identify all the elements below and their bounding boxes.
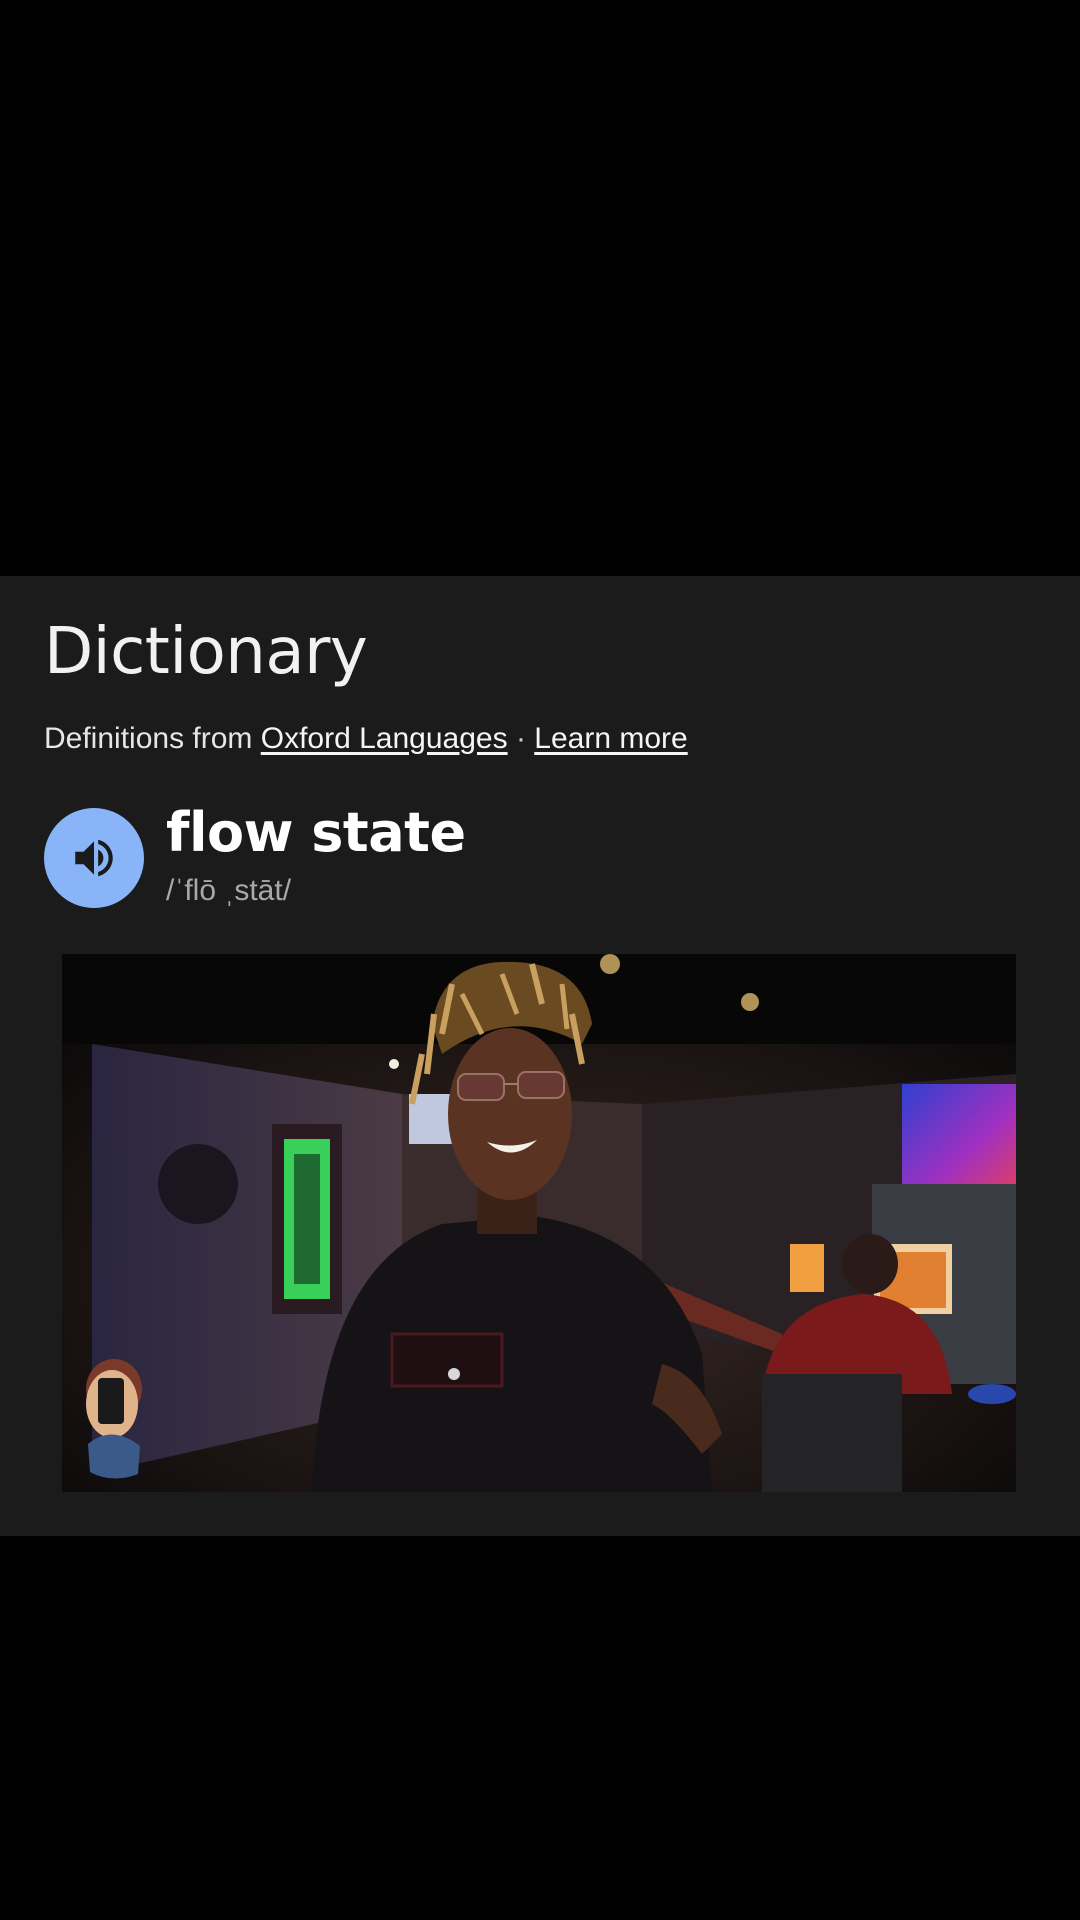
play-pronunciation-button[interactable] [44, 808, 144, 908]
dictionary-card: Dictionary Definitions from Oxford Langu… [0, 576, 1080, 1536]
definitions-source-line: Definitions from Oxford Languages · Lear… [44, 722, 688, 755]
learn-more-link[interactable]: Learn more [534, 722, 687, 755]
pronunciation-text: /ˈflō ˌstāt/ [166, 874, 292, 907]
headword: flow state [166, 801, 466, 864]
video-thumbnail[interactable] [62, 954, 1016, 1492]
speaker-icon [75, 839, 113, 877]
video-frame-illustration [62, 954, 1016, 1492]
dictionary-title: Dictionary [44, 615, 368, 689]
bottom-blank-area [0, 1536, 1080, 1920]
oxford-languages-link[interactable]: Oxford Languages [261, 722, 508, 755]
separator-dot: · [515, 722, 526, 755]
top-blank-area [0, 0, 1080, 576]
source-prefix: Definitions from [44, 722, 253, 755]
